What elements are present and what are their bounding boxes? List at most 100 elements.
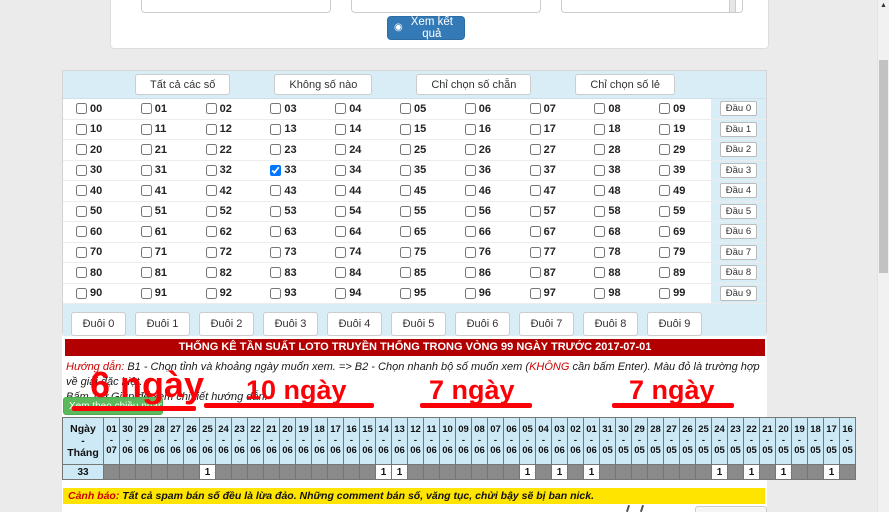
number-cell-18[interactable]: 18 <box>581 120 646 140</box>
checkbox-32[interactable] <box>206 165 217 176</box>
number-cell-93[interactable]: 93 <box>257 284 322 304</box>
checkbox-42[interactable] <box>206 185 217 196</box>
number-cell-67[interactable]: 67 <box>517 222 582 242</box>
checkbox-85[interactable] <box>400 267 411 278</box>
number-cell-19[interactable]: 19 <box>646 120 711 140</box>
checkbox-67[interactable] <box>530 226 541 237</box>
checkbox-84[interactable] <box>335 267 346 278</box>
checkbox-09[interactable] <box>659 103 670 114</box>
number-cell-20[interactable]: 20 <box>63 140 128 160</box>
checkbox-06[interactable] <box>465 103 476 114</box>
number-cell-10[interactable]: 10 <box>63 120 128 140</box>
number-cell-01[interactable]: 01 <box>128 99 193 119</box>
number-cell-59[interactable]: 59 <box>646 202 711 222</box>
checkbox-78[interactable] <box>594 247 605 258</box>
checkbox-56[interactable] <box>465 206 476 217</box>
number-cell-79[interactable]: 79 <box>646 243 711 263</box>
scroll-up-arrow-icon[interactable]: ▲ <box>879 1 888 10</box>
checkbox-87[interactable] <box>530 267 541 278</box>
checkbox-38[interactable] <box>594 165 605 176</box>
checkbox-77[interactable] <box>530 247 541 258</box>
stepper-button-2[interactable] <box>736 0 743 13</box>
checkbox-96[interactable] <box>465 288 476 299</box>
duoi-2-button[interactable]: Đuôi 2 <box>199 312 254 336</box>
number-cell-02[interactable]: 02 <box>193 99 258 119</box>
checkbox-26[interactable] <box>465 144 476 155</box>
checkbox-54[interactable] <box>335 206 346 217</box>
checkbox-24[interactable] <box>335 144 346 155</box>
number-cell-76[interactable]: 76 <box>452 243 517 263</box>
number-cell-57[interactable]: 57 <box>517 202 582 222</box>
number-cell-32[interactable]: 32 <box>193 161 258 181</box>
scrollbar-thumb[interactable] <box>879 60 888 273</box>
number-cell-03[interactable]: 03 <box>257 99 322 119</box>
checkbox-22[interactable] <box>206 144 217 155</box>
checkbox-60[interactable] <box>76 226 87 237</box>
number-cell-49[interactable]: 49 <box>646 181 711 201</box>
checkbox-44[interactable] <box>335 185 346 196</box>
checkbox-70[interactable] <box>76 247 87 258</box>
checkbox-75[interactable] <box>400 247 411 258</box>
duoi-9-button[interactable]: Đuôi 9 <box>647 312 702 336</box>
checkbox-86[interactable] <box>465 267 476 278</box>
number-cell-43[interactable]: 43 <box>257 181 322 201</box>
checkbox-90[interactable] <box>76 288 87 299</box>
number-cell-15[interactable]: 15 <box>387 120 452 140</box>
number-cell-36[interactable]: 36 <box>452 161 517 181</box>
checkbox-68[interactable] <box>594 226 605 237</box>
number-cell-06[interactable]: 06 <box>452 99 517 119</box>
checkbox-39[interactable] <box>659 165 670 176</box>
number-cell-68[interactable]: 68 <box>581 222 646 242</box>
checkbox-08[interactable] <box>594 103 605 114</box>
dau-3-button[interactable]: Đầu 3 <box>720 163 757 178</box>
checkbox-98[interactable] <box>594 288 605 299</box>
checkbox-83[interactable] <box>270 267 281 278</box>
number-cell-11[interactable]: 11 <box>128 120 193 140</box>
checkbox-05[interactable] <box>400 103 411 114</box>
number-cell-94[interactable]: 94 <box>322 284 387 304</box>
number-cell-45[interactable]: 45 <box>387 181 452 201</box>
checkbox-59[interactable] <box>659 206 670 217</box>
dau-6-button[interactable]: Đầu 6 <box>720 224 757 239</box>
number-cell-90[interactable]: 90 <box>63 284 128 304</box>
number-cell-53[interactable]: 53 <box>257 202 322 222</box>
checkbox-34[interactable] <box>335 165 346 176</box>
checkbox-80[interactable] <box>76 267 87 278</box>
dau-8-button[interactable]: Đầu 8 <box>720 265 757 280</box>
checkbox-20[interactable] <box>76 144 87 155</box>
checkbox-88[interactable] <box>594 267 605 278</box>
checkbox-71[interactable] <box>141 247 152 258</box>
date-range-input[interactable] <box>351 0 541 13</box>
number-cell-80[interactable]: 80 <box>63 263 128 283</box>
number-cell-25[interactable]: 25 <box>387 140 452 160</box>
dau-1-button[interactable]: Đầu 1 <box>720 122 757 137</box>
number-cell-54[interactable]: 54 <box>322 202 387 222</box>
number-cell-30[interactable]: 30 <box>63 161 128 181</box>
number-cell-41[interactable]: 41 <box>128 181 193 201</box>
number-cell-84[interactable]: 84 <box>322 263 387 283</box>
number-cell-09[interactable]: 09 <box>646 99 711 119</box>
number-cell-12[interactable]: 12 <box>193 120 258 140</box>
number-cell-95[interactable]: 95 <box>387 284 452 304</box>
checkbox-36[interactable] <box>465 165 476 176</box>
select-odd-button[interactable]: Chỉ chọn số lẻ <box>575 74 675 95</box>
checkbox-11[interactable] <box>141 124 152 135</box>
number-cell-23[interactable]: 23 <box>257 140 322 160</box>
checkbox-72[interactable] <box>206 247 217 258</box>
number-cell-22[interactable]: 22 <box>193 140 258 160</box>
number-cell-13[interactable]: 13 <box>257 120 322 140</box>
number-cell-71[interactable]: 71 <box>128 243 193 263</box>
dau-5-button[interactable]: Đầu 5 <box>720 204 757 219</box>
number-cell-98[interactable]: 98 <box>581 284 646 304</box>
duoi-1-button[interactable]: Đuôi 1 <box>135 312 190 336</box>
checkbox-62[interactable] <box>206 226 217 237</box>
checkbox-04[interactable] <box>335 103 346 114</box>
number-cell-60[interactable]: 60 <box>63 222 128 242</box>
checkbox-91[interactable] <box>141 288 152 299</box>
number-cell-40[interactable]: 40 <box>63 181 128 201</box>
select-all-button[interactable]: Tất cả các số <box>135 74 230 95</box>
checkbox-73[interactable] <box>270 247 281 258</box>
number-cell-82[interactable]: 82 <box>193 263 258 283</box>
province-input[interactable] <box>141 0 331 13</box>
number-cell-73[interactable]: 73 <box>257 243 322 263</box>
